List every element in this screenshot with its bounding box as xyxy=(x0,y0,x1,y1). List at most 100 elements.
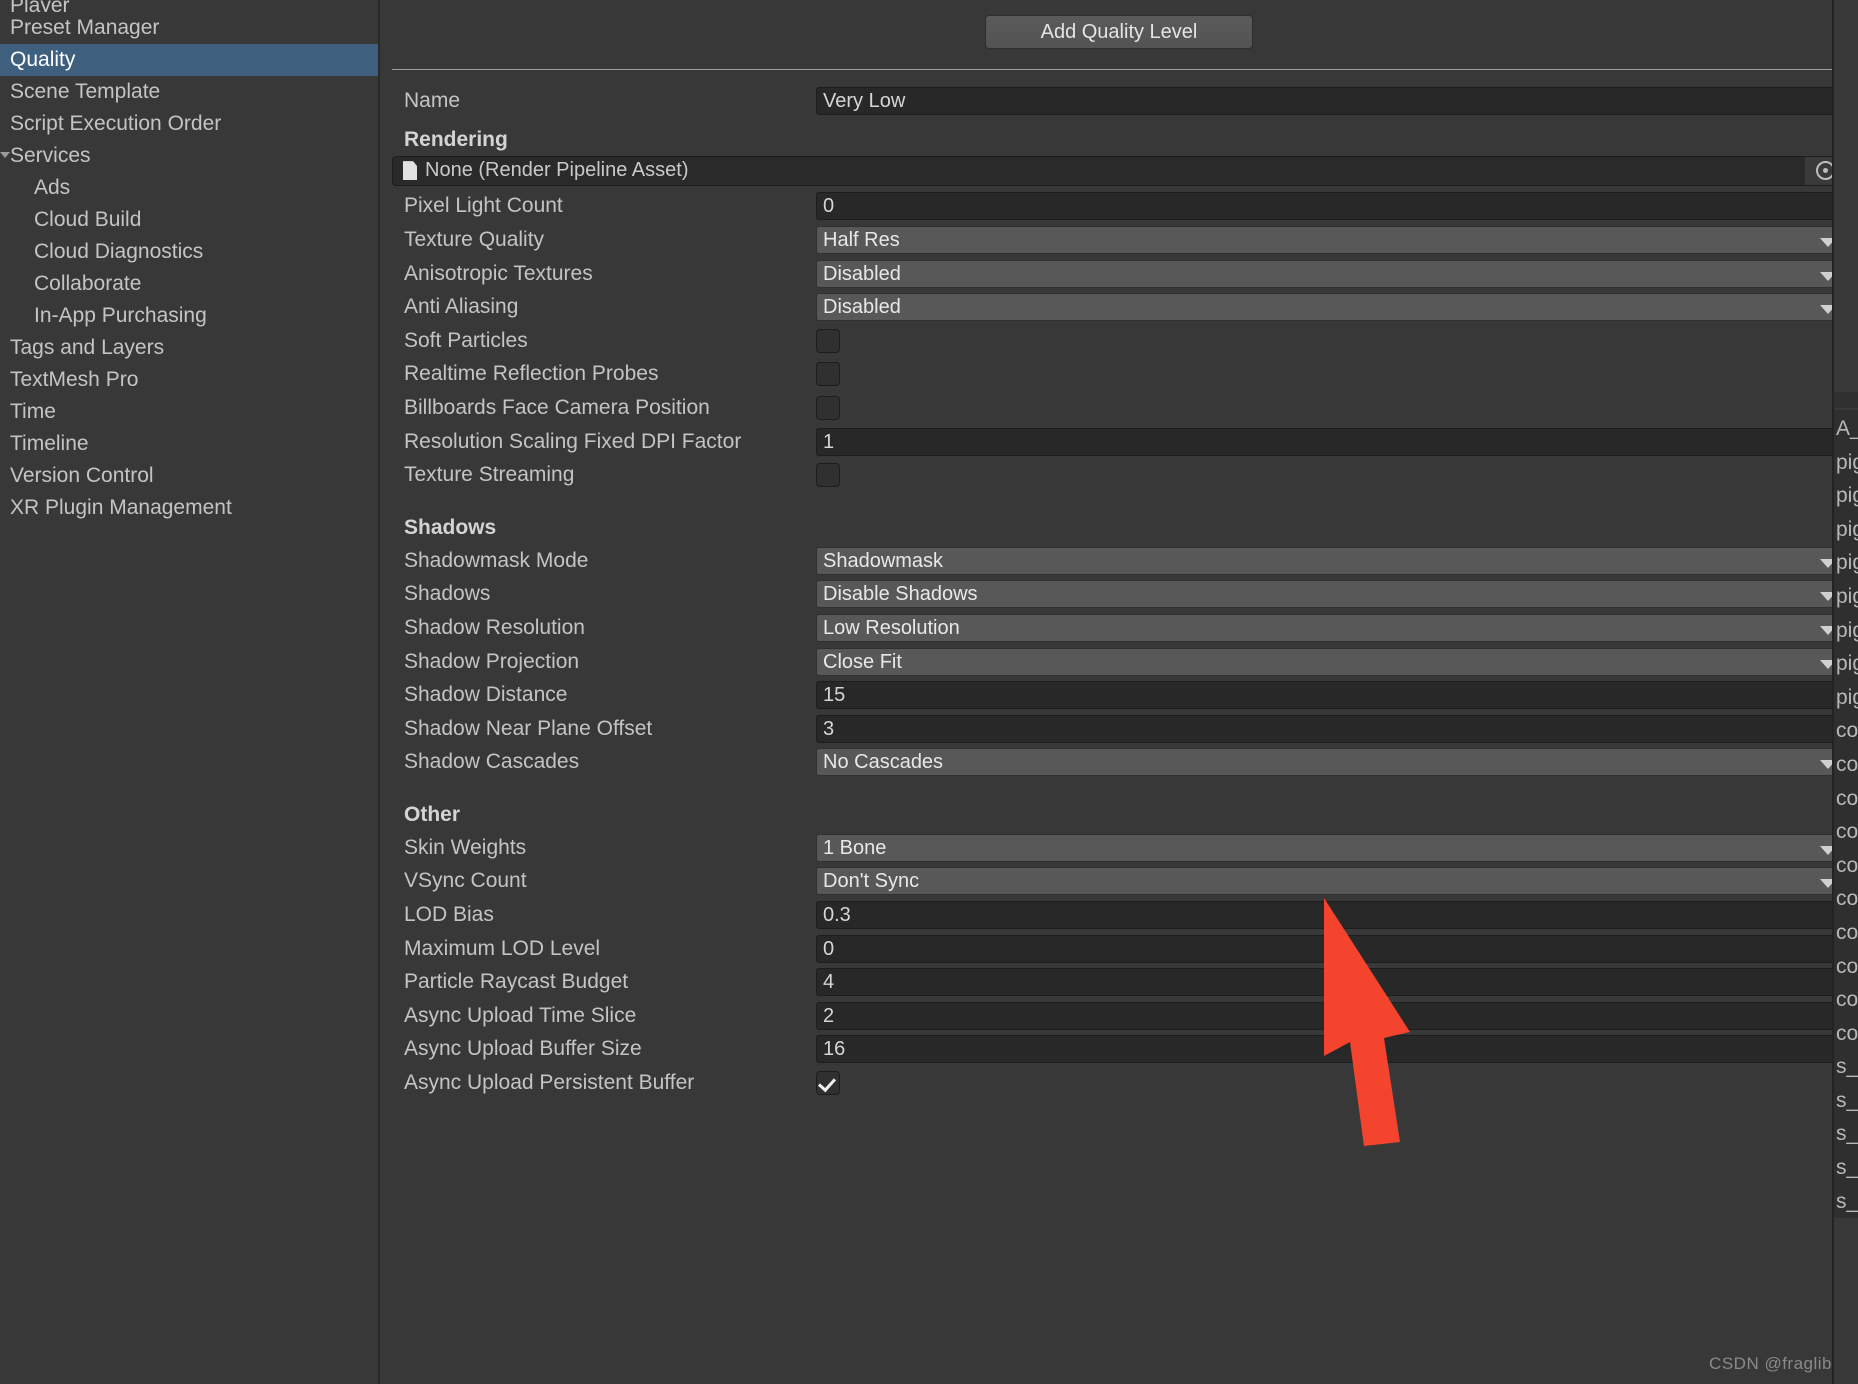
sidebar-item-tags-and-layers[interactable]: Tags and Layers xyxy=(0,332,380,364)
dropdown-value: Low Resolution xyxy=(823,617,960,639)
list-item[interactable]: co xyxy=(1834,849,1858,883)
list-item[interactable]: pig xyxy=(1834,580,1858,614)
section-spacer xyxy=(392,492,1846,506)
anisotropic-textures-dropdown[interactable]: Disabled xyxy=(816,260,1846,288)
shadowmask-mode-dropdown[interactable]: Shadowmask xyxy=(816,547,1846,575)
list-item[interactable]: pig xyxy=(1834,513,1858,547)
list-item[interactable]: co xyxy=(1834,782,1858,816)
render-pipeline-asset-field[interactable]: None (Render Pipeline Asset) xyxy=(392,156,1846,186)
billboards-face-camera-position-checkbox[interactable] xyxy=(816,396,840,420)
sidebar-item-ads[interactable]: Ads xyxy=(0,172,380,204)
sidebar-item-time[interactable]: Time xyxy=(0,396,380,428)
async-upload-persistent-buffer-checkbox[interactable] xyxy=(816,1071,840,1095)
row-field: Disabled xyxy=(816,260,1846,288)
soft-particles-checkbox[interactable] xyxy=(816,329,840,353)
asset-document-icon xyxy=(403,161,417,180)
row-label: Async Upload Buffer Size xyxy=(392,1037,816,1061)
list-item[interactable]: s_ xyxy=(1834,1084,1858,1118)
sidebar-item-scene-template[interactable]: Scene Template xyxy=(0,76,380,108)
dropdown-value: Disable Shadows xyxy=(823,583,978,605)
row-label: Shadow Projection xyxy=(392,650,816,674)
sidebar-item-quality[interactable]: Quality xyxy=(0,44,380,76)
quality-name-input[interactable]: Very Low xyxy=(816,87,1846,115)
row-shadow-cascades: Shadow CascadesNo Cascades xyxy=(392,746,1846,780)
anti-aliasing-dropdown[interactable]: Disabled xyxy=(816,293,1846,321)
sidebar-item-services[interactable]: Services xyxy=(0,140,380,172)
list-item[interactable]: co xyxy=(1834,748,1858,782)
maximum-lod-level-input[interactable]: 0 xyxy=(816,935,1846,963)
row-skin-weights: Skin Weights1 Bone xyxy=(392,831,1846,865)
sidebar-item-cloud-diagnostics[interactable]: Cloud Diagnostics xyxy=(0,236,380,268)
sidebar-item-label: Version Control xyxy=(10,464,154,487)
chevron-down-icon[interactable] xyxy=(0,152,10,158)
row-soft-particles: Soft Particles xyxy=(392,324,1846,358)
list-item[interactable]: co xyxy=(1834,983,1858,1017)
sidebar-item-script-execution-order[interactable]: Script Execution Order xyxy=(0,108,380,140)
shadow-near-plane-offset-input[interactable]: 3 xyxy=(816,715,1846,743)
vsync-count-dropdown[interactable]: Don't Sync xyxy=(816,867,1846,895)
row-field xyxy=(816,396,1846,420)
row-label: Resolution Scaling Fixed DPI Factor xyxy=(392,430,816,454)
particle-raycast-budget-input[interactable]: 4 xyxy=(816,968,1846,996)
list-item[interactable]: co xyxy=(1834,916,1858,950)
realtime-reflection-probes-checkbox[interactable] xyxy=(816,362,840,386)
row-field: 15 xyxy=(816,681,1846,709)
unity-project-settings-window: PlayerPreset ManagerQualityScene Templat… xyxy=(0,0,1858,1384)
list-item[interactable]: A_ xyxy=(1834,412,1858,446)
right-panel-band xyxy=(1834,392,1858,408)
list-item[interactable]: co xyxy=(1834,882,1858,916)
settings-category-sidebar[interactable]: PlayerPreset ManagerQualityScene Templat… xyxy=(0,0,380,1384)
lod-bias-input[interactable]: 0.3 xyxy=(816,901,1846,929)
skin-weights-dropdown[interactable]: 1 Bone xyxy=(816,834,1846,862)
shadows-dropdown[interactable]: Disable Shadows xyxy=(816,580,1846,608)
list-item[interactable]: pig xyxy=(1834,647,1858,681)
list-item[interactable]: s_ xyxy=(1834,1050,1858,1084)
list-item[interactable]: s_ xyxy=(1834,1117,1858,1151)
row-shadow-projection: Shadow ProjectionClose Fit xyxy=(392,645,1846,679)
row-label: Shadowmask Mode xyxy=(392,549,816,573)
row-label: VSync Count xyxy=(392,869,816,893)
async-upload-buffer-size-input[interactable]: 16 xyxy=(816,1035,1846,1063)
list-item[interactable]: co xyxy=(1834,815,1858,849)
list-item[interactable]: pig xyxy=(1834,546,1858,580)
list-item[interactable]: co xyxy=(1834,950,1858,984)
shadow-distance-input[interactable]: 15 xyxy=(816,681,1846,709)
sidebar-item-player[interactable]: Player xyxy=(0,0,380,12)
watermark-text: CSDN @fraglib xyxy=(1709,1354,1832,1374)
shadow-projection-dropdown[interactable]: Close Fit xyxy=(816,648,1846,676)
resolution-scaling-fixed-dpi-factor-input[interactable]: 1 xyxy=(816,428,1846,456)
pixel-light-count-input[interactable]: 0 xyxy=(816,192,1846,220)
list-item[interactable]: s_ xyxy=(1834,1151,1858,1185)
sidebar-item-preset-manager[interactable]: Preset Manager xyxy=(0,12,380,44)
dropdown-value: 1 Bone xyxy=(823,837,886,859)
row-texture-streaming: Texture Streaming xyxy=(392,458,1846,492)
sidebar-item-xr-plugin-management[interactable]: XR Plugin Management xyxy=(0,492,380,524)
shadow-cascades-dropdown[interactable]: No Cascades xyxy=(816,748,1846,776)
list-item[interactable]: co xyxy=(1834,1017,1858,1051)
row-anisotropic-textures: Anisotropic TexturesDisabled xyxy=(392,257,1846,291)
dropdown-value: Half Res xyxy=(823,229,900,251)
right-panel-list: A_pigpigpigpigpigpigpigpigcococococococo… xyxy=(1834,410,1858,1218)
sidebar-item-version-control[interactable]: Version Control xyxy=(0,460,380,492)
sidebar-item-label: XR Plugin Management xyxy=(10,496,232,519)
sidebar-item-cloud-build[interactable]: Cloud Build xyxy=(0,204,380,236)
right-side-panel-clipped[interactable]: A_pigpigpigpigpigpigpigpigcococococococo… xyxy=(1832,0,1858,1384)
sidebar-item-textmesh-pro[interactable]: TextMesh Pro xyxy=(0,364,380,396)
texture-streaming-checkbox[interactable] xyxy=(816,463,840,487)
shadow-resolution-dropdown[interactable]: Low Resolution xyxy=(816,614,1846,642)
row-vsync-count: VSync CountDon't Sync xyxy=(392,865,1846,899)
list-item[interactable]: pig xyxy=(1834,681,1858,715)
sidebar-item-timeline[interactable]: Timeline xyxy=(0,428,380,460)
list-item[interactable]: pig xyxy=(1834,479,1858,513)
row-field: 3 xyxy=(816,715,1846,743)
add-quality-level-button[interactable]: Add Quality Level xyxy=(985,15,1253,49)
async-upload-time-slice-input[interactable]: 2 xyxy=(816,1002,1846,1030)
sidebar-item-collaborate[interactable]: Collaborate xyxy=(0,268,380,300)
texture-quality-dropdown[interactable]: Half Res xyxy=(816,226,1846,254)
list-item[interactable]: pig xyxy=(1834,446,1858,480)
row-label: Name xyxy=(392,89,816,113)
list-item[interactable]: pig xyxy=(1834,614,1858,648)
list-item[interactable]: co xyxy=(1834,714,1858,748)
sidebar-item-in-app-purchasing[interactable]: In-App Purchasing xyxy=(0,300,380,332)
list-item[interactable]: s_ xyxy=(1834,1185,1858,1219)
